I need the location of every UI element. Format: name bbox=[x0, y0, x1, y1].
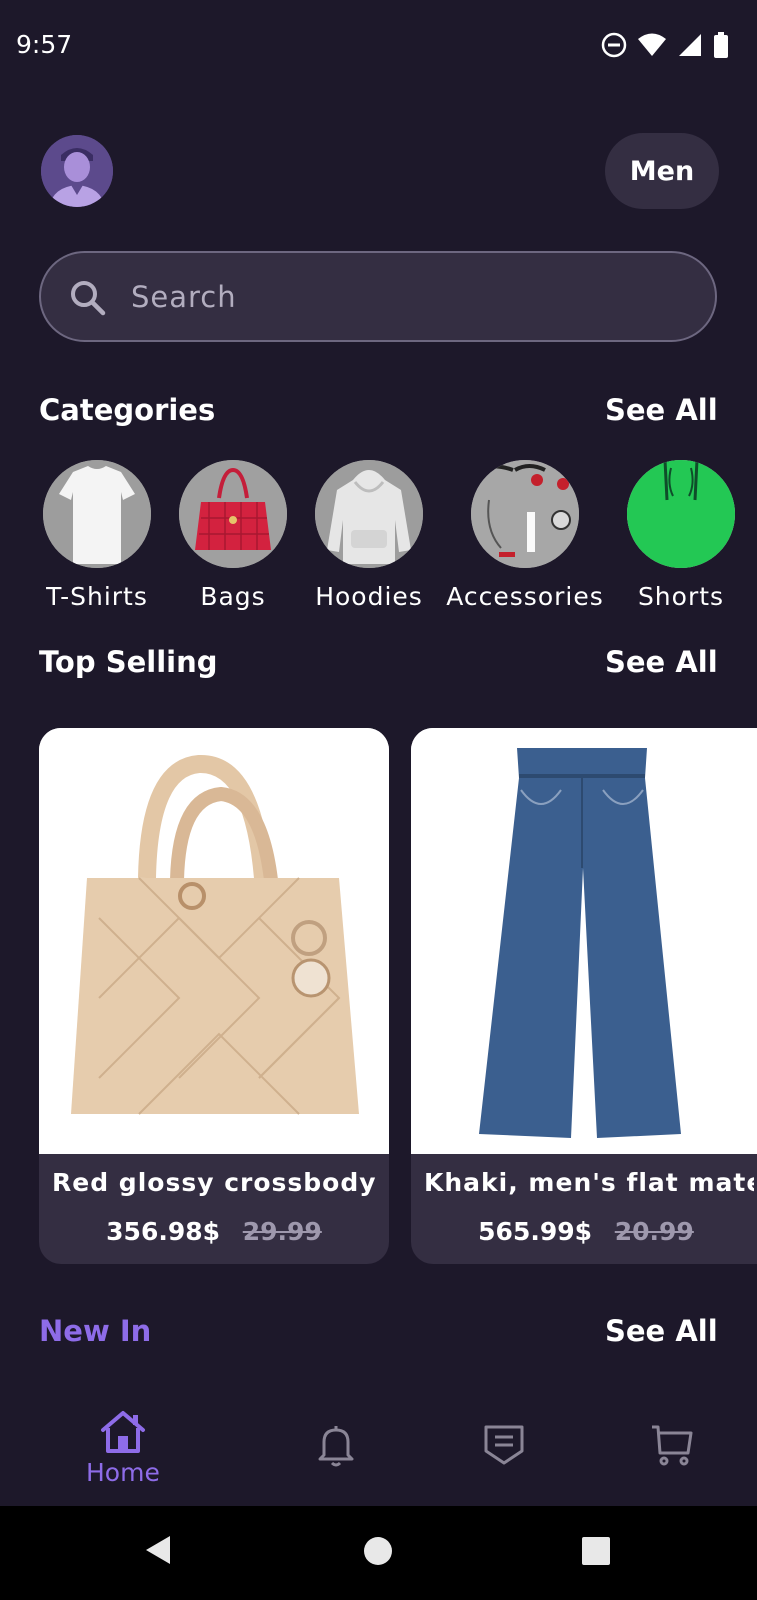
top-selling-title: Top Selling bbox=[39, 645, 218, 679]
product-old-price: 29.99 bbox=[242, 1217, 322, 1246]
category-shorts[interactable]: Shorts bbox=[606, 460, 756, 611]
nav-cart[interactable] bbox=[650, 1423, 694, 1467]
top-selling-see-all-link[interactable]: See All bbox=[605, 645, 718, 679]
nav-orders[interactable] bbox=[482, 1423, 526, 1467]
gender-selector-button[interactable]: Men bbox=[605, 133, 719, 209]
back-icon[interactable] bbox=[144, 1534, 172, 1566]
jeans-image bbox=[411, 728, 757, 1154]
handbag-image bbox=[39, 728, 389, 1154]
category-tshirts[interactable]: T-Shirts bbox=[22, 460, 172, 611]
orders-icon bbox=[484, 1425, 524, 1465]
wifi-icon bbox=[638, 33, 666, 56]
do-not-disturb-icon bbox=[601, 32, 627, 58]
category-label: Hoodies bbox=[315, 582, 423, 611]
nav-notifications[interactable] bbox=[316, 1423, 356, 1467]
gender-selector-label: Men bbox=[629, 155, 695, 187]
category-hoodies[interactable]: Hoodies bbox=[294, 460, 444, 611]
nav-home-label: Home bbox=[86, 1458, 160, 1487]
new-in-title: New In bbox=[39, 1314, 152, 1348]
search-bar[interactable] bbox=[39, 251, 717, 342]
product-card[interactable]: Khaki, men's flat mate... 565.99$ 20.99 bbox=[411, 728, 757, 1264]
categories-see-all-link[interactable]: See All bbox=[605, 393, 718, 427]
hoodie-image bbox=[315, 460, 423, 568]
bell-icon bbox=[318, 1426, 354, 1467]
category-label: Shorts bbox=[637, 582, 725, 611]
avatar[interactable] bbox=[41, 135, 113, 207]
product-price-row: 356.98$ 29.99 bbox=[39, 1217, 389, 1246]
category-label: Accessories bbox=[446, 582, 604, 611]
category-bags[interactable]: Bags bbox=[158, 460, 308, 611]
bag-image bbox=[179, 460, 287, 568]
status-icons bbox=[601, 32, 729, 58]
battery-icon bbox=[714, 32, 728, 58]
product-price: 565.99$ bbox=[478, 1217, 593, 1246]
shorts-image bbox=[627, 460, 735, 568]
product-card[interactable]: Red glossy crossbody ... 356.98$ 29.99 bbox=[39, 728, 389, 1264]
status-time: 9:57 bbox=[16, 30, 73, 59]
nav-home[interactable]: Home bbox=[86, 1410, 160, 1487]
cart-icon bbox=[652, 1425, 693, 1466]
user-avatar-icon bbox=[41, 135, 113, 207]
product-old-price: 20.99 bbox=[614, 1217, 694, 1246]
product-name: Khaki, men's flat mate... bbox=[424, 1168, 754, 1197]
home-icon bbox=[100, 1411, 145, 1453]
category-label: T-Shirts bbox=[46, 582, 148, 611]
tshirt-image bbox=[43, 460, 151, 568]
product-price-row: 565.99$ 20.99 bbox=[411, 1217, 757, 1246]
category-label: Bags bbox=[200, 582, 266, 611]
bottom-navigation: Home bbox=[0, 1378, 757, 1506]
search-icon bbox=[71, 280, 106, 315]
categories-title: Categories bbox=[39, 393, 216, 427]
accessories-image bbox=[471, 460, 579, 568]
recents-icon[interactable] bbox=[581, 1536, 611, 1566]
search-input[interactable] bbox=[129, 278, 693, 315]
home-circle-icon[interactable] bbox=[363, 1536, 393, 1566]
cell-signal-icon bbox=[679, 34, 701, 56]
new-in-see-all-link[interactable]: See All bbox=[605, 1314, 718, 1348]
product-price: 356.98$ bbox=[106, 1217, 221, 1246]
system-navigation-bar bbox=[0, 1506, 757, 1600]
category-accessories[interactable]: Accessories bbox=[446, 460, 603, 611]
product-name: Red glossy crossbody ... bbox=[52, 1168, 382, 1197]
